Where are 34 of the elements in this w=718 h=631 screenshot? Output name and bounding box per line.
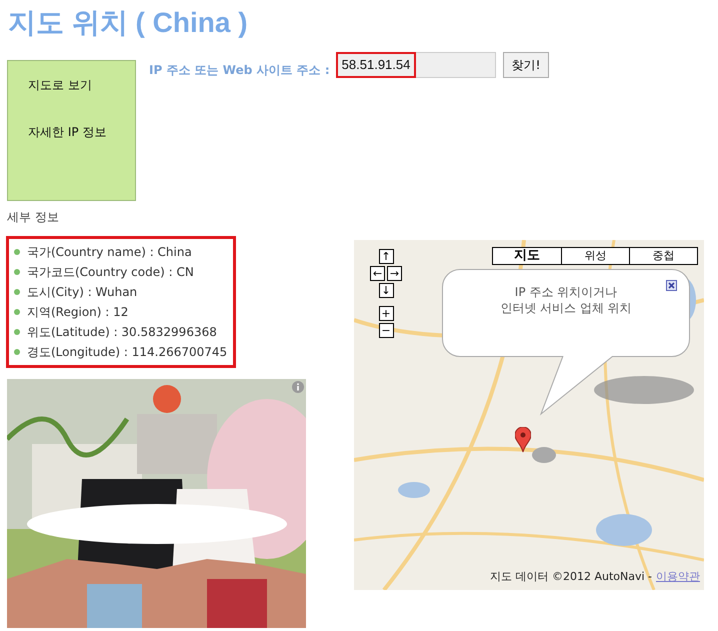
side-menu-link[interactable]: 자세한 IP 정보 [28,124,106,141]
map-nav-button[interactable]: ↑ [378,249,394,264]
detail-text: 도시(City) : Wuhan [27,284,138,300]
map-type-tab[interactable]: 중첩 [629,248,697,264]
bullet-icon [14,309,20,315]
detail-text: 위도(Latitude) : 30.5832996368 [27,324,217,340]
map-nav-button[interactable]: − [378,323,394,338]
map-nav-button[interactable]: + [378,306,394,321]
bubble-text: IP 주소 위치이거나 [514,284,618,300]
map-type-tab[interactable]: 지도 [493,248,561,264]
page-title: 지도 위치 ( China ) [7,6,249,40]
detail-text: 경도(Longitude) : 114.266700745 [27,344,228,360]
info-icon[interactable] [292,381,304,393]
map-nav-button[interactable]: → [387,266,402,281]
detail-text: 국가코드(Country code) : CN [27,264,194,280]
bubble-text: 인터넷 서비스 업체 위치 [500,300,632,316]
bullet-icon [14,249,20,255]
bullet-icon [14,269,20,275]
detail-text: 국가(Country name) : China [27,244,192,260]
detail-text: 지역(Region) : 12 [27,304,128,320]
map-attribution: 지도 데이터 ©2012 AutoNavi - [490,569,652,584]
map-nav-button[interactable]: ↓ [378,283,394,298]
bullet-icon [14,349,20,355]
details-heading: 세부 정보 [7,209,60,226]
map-type-tab[interactable]: 위성 [561,248,629,264]
close-icon[interactable] [666,280,677,291]
bullet-icon [14,289,20,295]
map-marker-icon [515,427,531,453]
find-button[interactable]: 찾기! [502,52,550,78]
ip-input-field[interactable]: 58.51.91.54 [336,52,496,78]
side-menu-link[interactable]: 지도로 보기 [28,77,92,94]
bullet-icon [14,329,20,335]
map-nav-button[interactable]: ← [370,266,385,281]
search-label: IP 주소 또는 Web 사이트 주소 : [149,62,330,79]
